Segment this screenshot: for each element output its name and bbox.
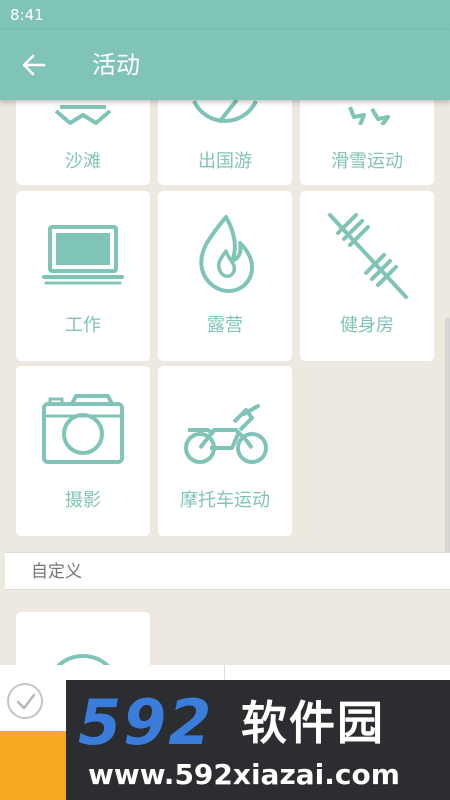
- motorcycle-icon: [184, 404, 268, 464]
- beach-icon: [54, 105, 112, 125]
- campfire-icon: [199, 215, 254, 293]
- back-button[interactable]: [16, 50, 52, 80]
- watermark-banner: 592 软件园 www.592xiazai.com: [66, 680, 450, 800]
- checkmark-icon: [16, 693, 36, 710]
- laptop-icon: [42, 225, 124, 285]
- tile-ski[interactable]: 滑雪运动: [300, 100, 434, 185]
- accent-block: [0, 731, 66, 800]
- section-header-custom: 自定义: [5, 552, 450, 590]
- tile-label: 沙滩: [65, 151, 101, 172]
- dumbbell-icon: [328, 213, 408, 299]
- tile-label: 健身房: [340, 315, 394, 336]
- activity-grid[interactable]: 沙滩 出国游 滑雪运动 工作 露营 健身房 摄影 摩托车运动 自定义: [0, 100, 450, 665]
- scrollbar[interactable]: [445, 318, 450, 558]
- app-bar: 活动: [0, 30, 450, 100]
- tile-label: 露营: [207, 315, 243, 336]
- divider: [224, 665, 225, 681]
- tile-abroad[interactable]: 出国游: [158, 100, 292, 185]
- tile-label: 出国游: [198, 151, 252, 172]
- globe-icon: [192, 100, 258, 123]
- tile-label: 工作: [65, 315, 101, 336]
- camera-icon: [42, 394, 124, 464]
- watermark-url: www.592xiazai.com: [88, 758, 400, 791]
- page-title: 活动: [92, 51, 140, 79]
- tile-motorcycle[interactable]: 摩托车运动: [158, 366, 292, 536]
- tile-gym[interactable]: 健身房: [300, 191, 434, 361]
- add-circle-icon: [56, 654, 110, 665]
- section-title: 自定义: [31, 562, 82, 582]
- status-time: 8:41: [10, 6, 44, 24]
- tile-photography[interactable]: 摄影: [16, 366, 150, 536]
- confirm-button[interactable]: [7, 683, 43, 719]
- arrow-left-icon: [22, 54, 46, 76]
- tile-label: 滑雪运动: [331, 151, 403, 172]
- tile-beach[interactable]: 沙滩: [16, 100, 150, 185]
- status-bar: 8:41: [0, 0, 450, 30]
- add-custom-tile[interactable]: [16, 612, 150, 665]
- watermark-digits: 592: [78, 686, 214, 759]
- ski-icon: [348, 106, 390, 125]
- tile-label: 摄影: [65, 490, 101, 511]
- tile-work[interactable]: 工作: [16, 191, 150, 361]
- watermark-name: 软件园: [241, 696, 385, 750]
- tile-camping[interactable]: 露营: [158, 191, 292, 361]
- tile-label: 摩托车运动: [180, 490, 270, 511]
